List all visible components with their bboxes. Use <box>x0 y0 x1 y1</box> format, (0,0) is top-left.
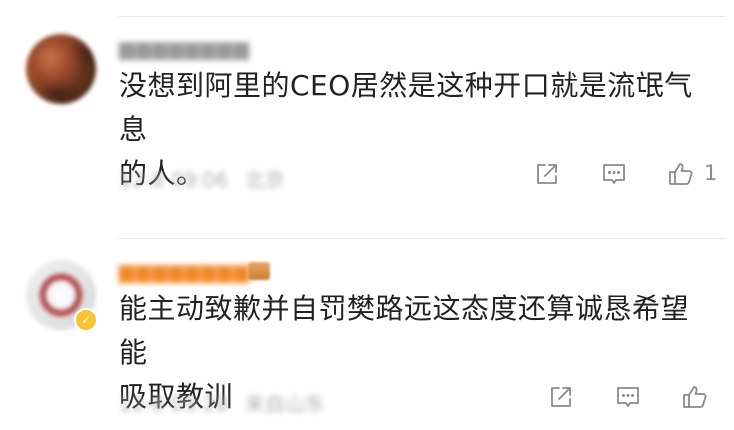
avatar[interactable] <box>26 34 96 104</box>
username[interactable]: ▆▆▆▆▆▆▆▆ <box>119 36 250 60</box>
username[interactable]: ▆▆▆▆▆▆▆▆ <box>119 259 250 283</box>
comment-button[interactable] <box>613 382 645 414</box>
action-bar <box>494 382 734 414</box>
comment-meta: 12-8 09:06 北京 <box>119 164 285 193</box>
like-icon <box>669 163 693 185</box>
top-divider <box>118 16 726 17</box>
comment-time: 12-8 09:28 <box>119 392 229 416</box>
comment-text-line: 没想到阿里的CEO居然是这种开口就是流氓气息 <box>119 69 693 146</box>
verified-badge-icon: ✓ <box>74 308 98 332</box>
share-icon <box>551 387 571 407</box>
comment-location: 北京 <box>244 168 285 192</box>
comment-button[interactable] <box>599 159 631 191</box>
share-icon <box>537 164 557 184</box>
like-icon <box>683 386 707 408</box>
share-button[interactable] <box>532 159 564 191</box>
comment-icon <box>617 387 639 407</box>
comment-location: 来自山东 <box>244 392 325 416</box>
action-bar: 1 <box>494 159 734 191</box>
medal-icon <box>248 262 270 280</box>
comment-text-line: 能主动致歉并自罚樊路远这态度还算诚恳希望能 <box>119 292 690 369</box>
share-button[interactable] <box>546 382 578 414</box>
comment-time: 12-8 09:06 <box>119 168 229 192</box>
like-button[interactable] <box>666 159 698 191</box>
comment-meta: 12-8 09:28 来自山东 <box>119 388 325 417</box>
like-count: 1 <box>704 161 718 185</box>
comment-icon <box>603 164 625 184</box>
like-button[interactable] <box>680 382 712 414</box>
comment-divider <box>118 238 726 239</box>
